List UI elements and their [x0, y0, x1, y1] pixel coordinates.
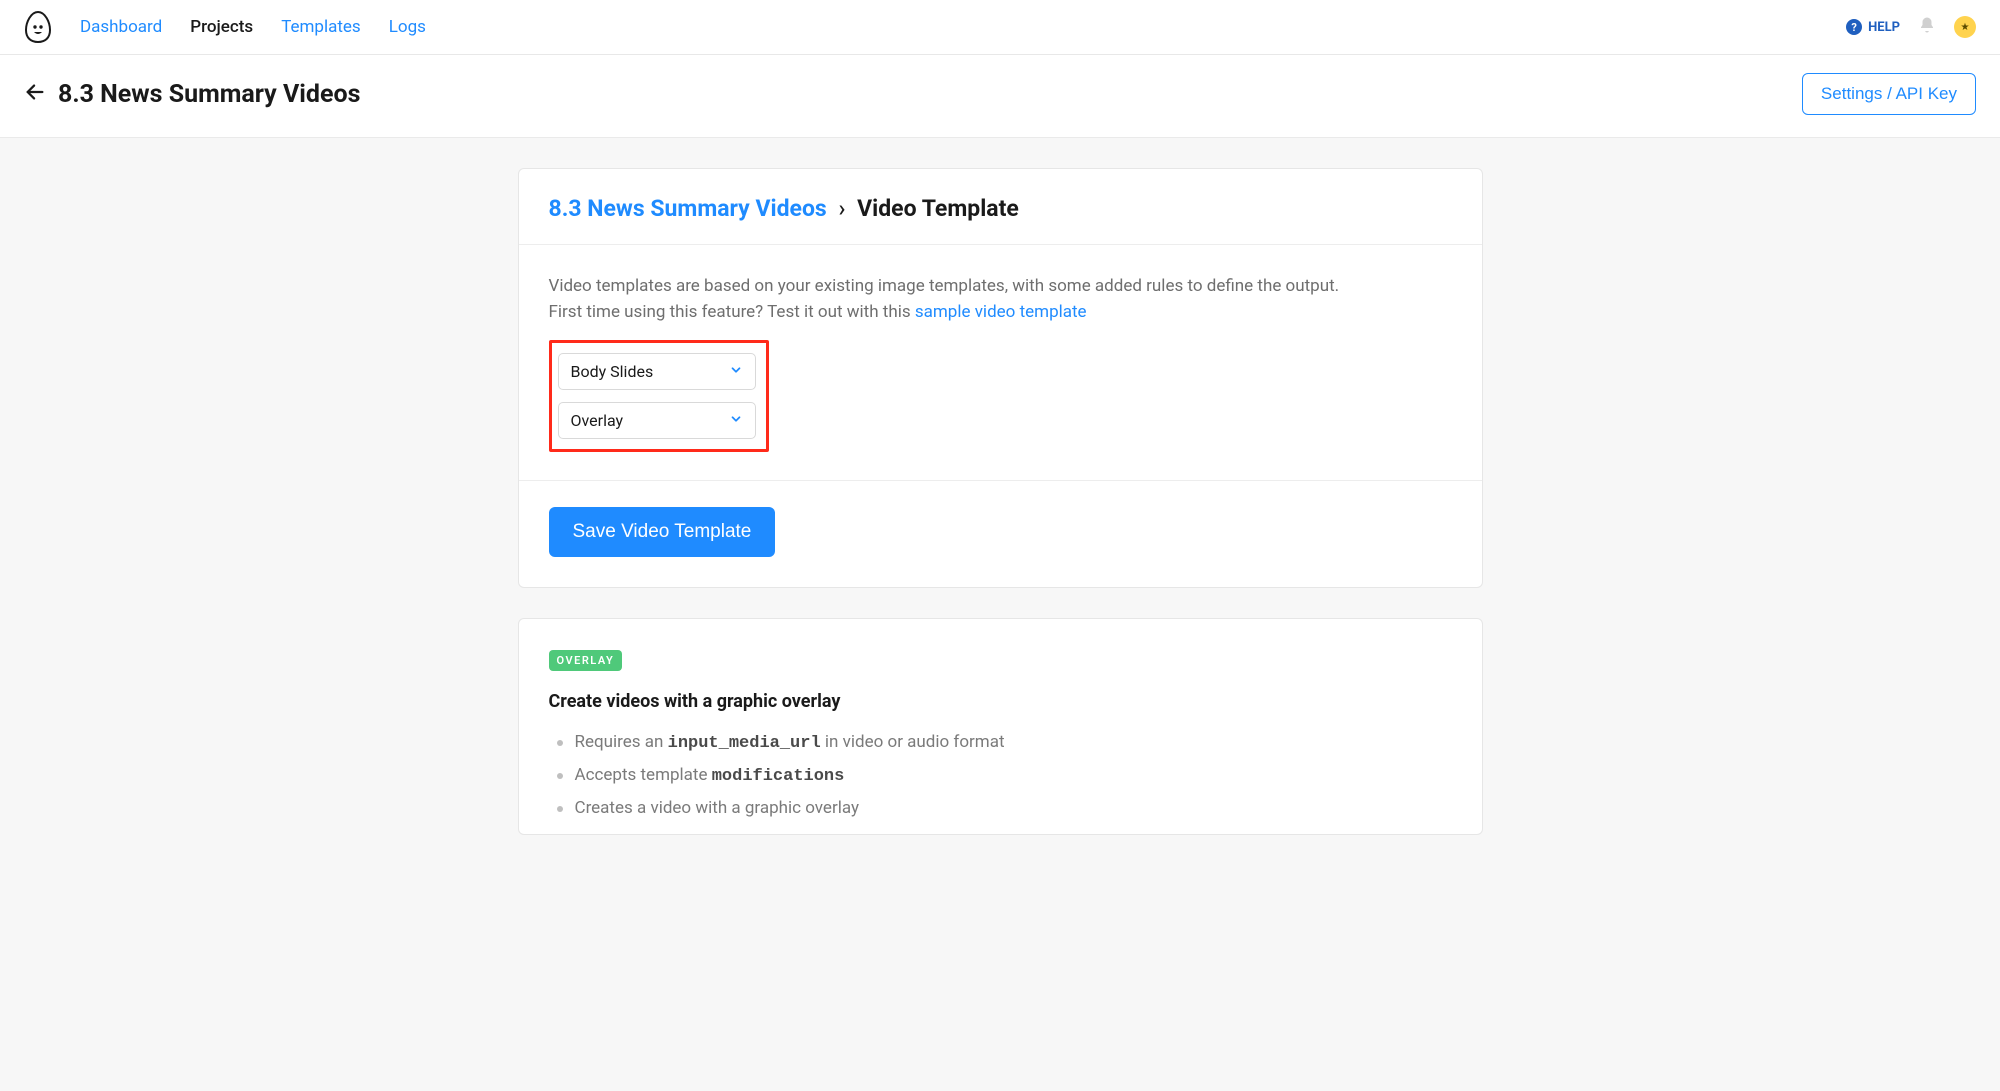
subheader: 8.3 News Summary Videos Settings / API K… [0, 55, 2000, 138]
body-slides-select[interactable]: Body Slides [558, 353, 756, 390]
breadcrumb-separator: › [838, 195, 845, 222]
card-body: Video templates are based on your existi… [519, 245, 1482, 481]
sample-video-template-link[interactable]: sample video template [915, 302, 1087, 322]
breadcrumb: 8.3 News Summary Videos › Video Template [519, 169, 1482, 245]
overlay-label: Overlay [571, 411, 624, 430]
back-arrow-icon[interactable] [24, 81, 46, 107]
main-nav: Dashboard Projects Templates Logs [80, 17, 426, 37]
bullet2-prefix: Accepts template [575, 765, 712, 785]
intro-text: Video templates are based on your existi… [549, 273, 1452, 326]
bullet1-suffix: in video or audio format [821, 732, 1005, 752]
breadcrumb-project-link[interactable]: 8.3 News Summary Videos [549, 195, 827, 222]
help-link[interactable]: ? HELP [1846, 19, 1900, 35]
topbar-right: ? HELP ★ [1846, 16, 1976, 38]
bullet3-text: Creates a video with a graphic overlay [575, 798, 860, 818]
list-item: Creates a video with a graphic overlay [549, 792, 1452, 824]
card-footer: Save Video Template [519, 481, 1482, 587]
subheader-left: 8.3 News Summary Videos [24, 80, 360, 109]
overlay-bullets: Requires an input_media_url in video or … [549, 726, 1452, 824]
video-template-card: 8.3 News Summary Videos › Video Template… [518, 168, 1483, 588]
list-item: Requires an input_media_url in video or … [549, 726, 1452, 759]
nav-projects[interactable]: Projects [190, 17, 253, 37]
overlay-select[interactable]: Overlay [558, 402, 756, 439]
bullet1-prefix: Requires an [575, 732, 668, 752]
highlight-box: Body Slides Overlay [549, 340, 769, 452]
body-slides-label: Body Slides [571, 362, 654, 381]
bullet2-code: modifications [712, 767, 845, 786]
topbar: Dashboard Projects Templates Logs ? HELP… [0, 0, 2000, 55]
help-label: HELP [1868, 20, 1900, 35]
intro-line2-prefix: First time using this feature? Test it o… [549, 302, 915, 322]
nav-templates[interactable]: Templates [281, 17, 361, 37]
overlay-info-card: OVERLAY Create videos with a graphic ove… [518, 618, 1483, 835]
chevron-down-icon [729, 362, 743, 381]
logo[interactable] [24, 10, 52, 44]
list-item: Accepts template modifications [549, 759, 1452, 792]
nav-logs[interactable]: Logs [389, 17, 426, 37]
settings-api-key-button[interactable]: Settings / API Key [1802, 73, 1976, 115]
overlay-badge: OVERLAY [549, 650, 623, 671]
page-title: 8.3 News Summary Videos [58, 80, 360, 109]
intro-line1: Video templates are based on your existi… [549, 276, 1340, 296]
nav-dashboard[interactable]: Dashboard [80, 17, 162, 37]
help-icon: ? [1846, 19, 1862, 35]
chevron-down-icon [729, 411, 743, 430]
overlay-section-title: Create videos with a graphic overlay [549, 691, 1452, 712]
bullet1-code: input_media_url [668, 734, 821, 753]
save-video-template-button[interactable]: Save Video Template [549, 507, 776, 557]
egg-logo-icon [24, 10, 52, 44]
breadcrumb-current: Video Template [857, 195, 1019, 222]
bell-icon[interactable] [1918, 16, 1936, 38]
page-body: 8.3 News Summary Videos › Video Template… [0, 138, 2000, 1091]
topbar-left: Dashboard Projects Templates Logs [24, 10, 426, 44]
avatar[interactable]: ★ [1954, 16, 1976, 38]
